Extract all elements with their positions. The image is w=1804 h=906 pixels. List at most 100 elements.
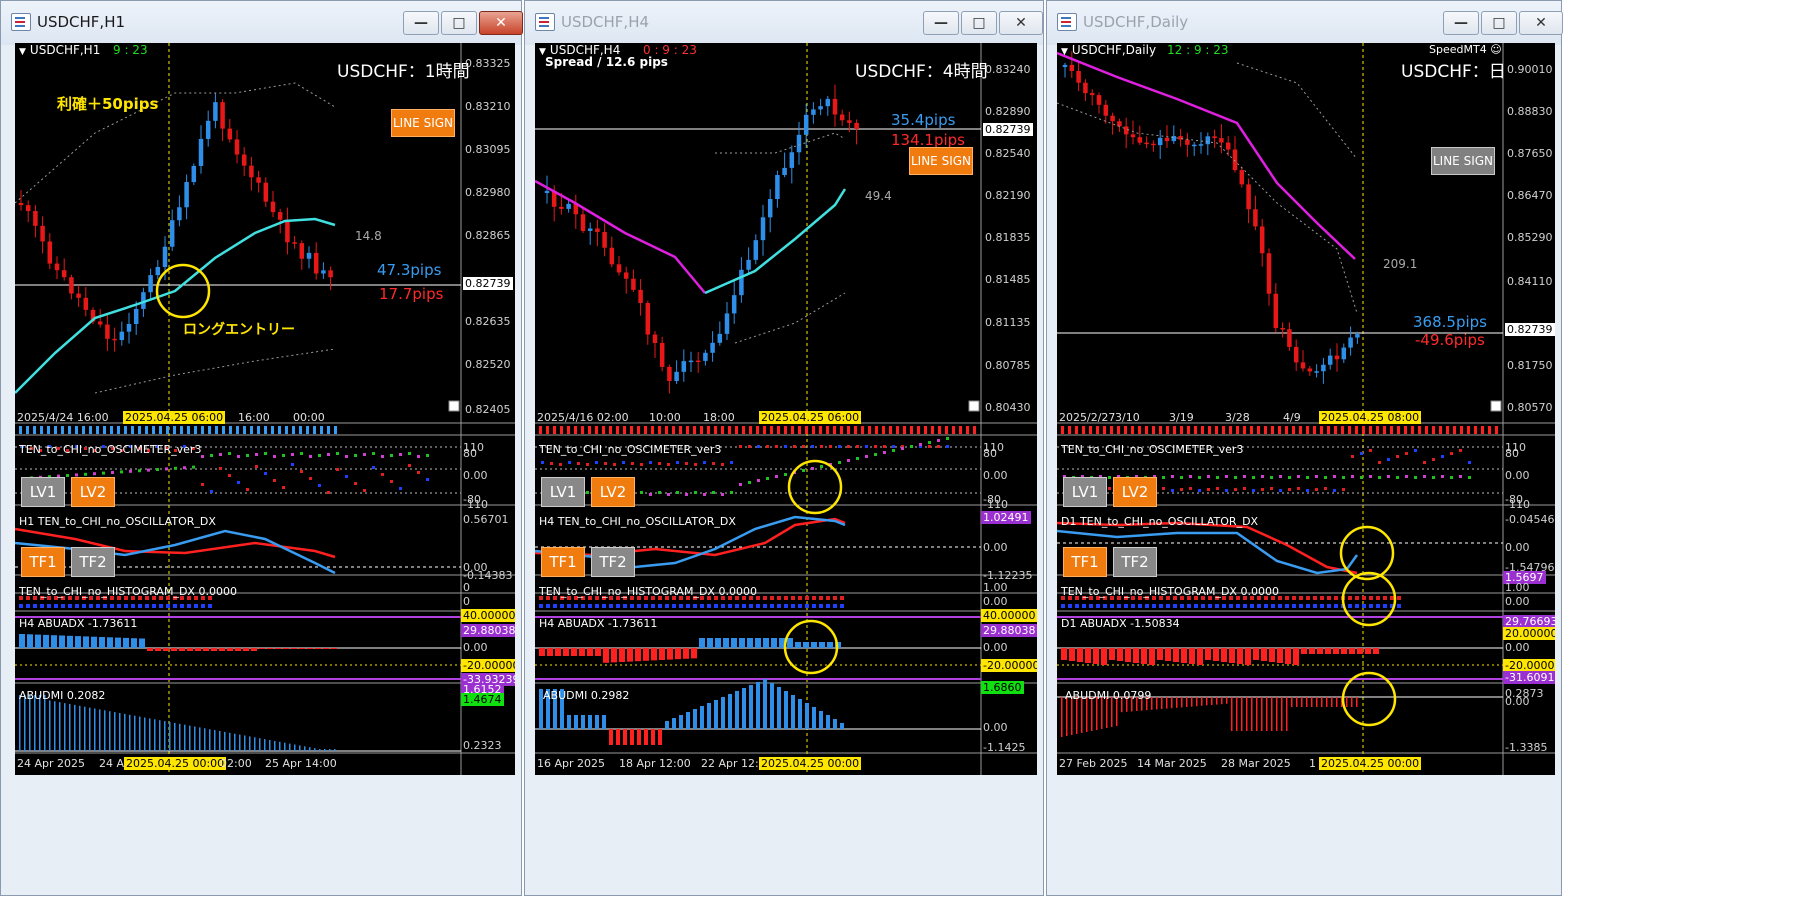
minimize-button[interactable]: — [1443, 11, 1479, 35]
histogram-dot [1397, 596, 1401, 600]
adx-bar [1125, 648, 1131, 662]
close-button[interactable]: ✕ [479, 11, 523, 35]
signal-bar [546, 426, 549, 434]
chart-area[interactable]: ▼ USDCHF,H1 9 : 23 USDCHF：1時間 LINE SIGN 4… [15, 43, 515, 775]
candle-body [710, 342, 715, 353]
signal-bar [1089, 426, 1092, 434]
lv1-button[interactable]: LV1 [1063, 477, 1107, 507]
maximize-button[interactable]: □ [1481, 11, 1517, 35]
candle-body [220, 102, 225, 129]
dmi-bar [602, 715, 606, 729]
lv1-button[interactable]: LV1 [541, 477, 585, 507]
dmi-bar [1271, 697, 1273, 731]
histogram-dot [1271, 604, 1275, 608]
signal-bar [1446, 426, 1449, 434]
minimize-button[interactable]: — [403, 11, 439, 35]
tf2-button[interactable]: TF2 [591, 547, 635, 577]
line-sign-button[interactable]: LINE SIGN [391, 109, 455, 137]
moving-average-line [704, 188, 847, 295]
price-label: 0.82980 [465, 186, 511, 199]
lv1-button[interactable]: LV1 [21, 477, 65, 507]
signal-bar [124, 426, 127, 434]
window-titlebar[interactable]: USDCHF,H1 — □ ✕ [1, 1, 523, 45]
price-label: 0.81135 [985, 316, 1031, 329]
abudmi-title: ABUDMI 0.2082 [19, 689, 106, 702]
chart-area[interactable]: ▼ USDCHF,H4 0 : 9 : 23 Spread / 12.6 pips… [535, 43, 1037, 775]
adx-bar [1309, 648, 1315, 654]
time-label: 4/9 [1283, 411, 1301, 424]
adx-bar [651, 648, 657, 661]
lv2-button[interactable]: LV2 [591, 477, 635, 507]
dmi-bar [54, 701, 56, 751]
current-price-box: 0.82739 [983, 123, 1033, 136]
oscimeter-dot [408, 452, 411, 455]
oscimeter-dot [1414, 476, 1417, 479]
candle-body [328, 270, 333, 278]
signal-bar [1208, 426, 1211, 434]
histogram-dot [1369, 604, 1373, 608]
adx-bar [771, 638, 777, 648]
dmi-bar [1356, 697, 1358, 707]
adx-bar [787, 638, 793, 648]
oscimeter-dot [811, 445, 814, 448]
lv2-button[interactable]: LV2 [1113, 477, 1157, 507]
tf1-button[interactable]: TF1 [21, 547, 65, 577]
candle-body [1123, 126, 1129, 135]
histogram-dot [1313, 596, 1317, 600]
close-button[interactable]: ✕ [1519, 11, 1563, 35]
lv2-button[interactable]: LV2 [71, 477, 115, 507]
adx-bar [123, 637, 129, 648]
signal-bar [138, 426, 141, 434]
oscimeter-dot [1441, 475, 1444, 478]
price-label: 0.82865 [465, 229, 511, 242]
price-label: 0.82540 [985, 147, 1031, 160]
minimize-button[interactable]: — [923, 11, 959, 35]
dmi-bar [1231, 697, 1233, 731]
oscimeter-dot [273, 455, 276, 458]
candle-body [1348, 337, 1353, 348]
tf2-button[interactable]: TF2 [71, 547, 115, 577]
dmi-bar [1066, 697, 1068, 736]
spread-label: Spread / 12.6 pips [545, 55, 668, 69]
close-button[interactable]: ✕ [999, 11, 1043, 35]
signal-bar [861, 426, 864, 434]
histogram-dot [581, 604, 585, 608]
line-sign-button[interactable]: LINE SIGN [909, 147, 973, 175]
dmi-level: -1.3385 [1505, 741, 1548, 754]
oscimeter-dot [928, 445, 931, 448]
oscimeter-dot [910, 445, 913, 448]
signal-bar [1495, 426, 1498, 434]
oscimeter-dot [730, 491, 733, 494]
oscimeter-dot [829, 445, 832, 448]
maximize-button[interactable]: □ [441, 11, 477, 35]
chart-window-daily[interactable]: USDCHF,Daily — □ ✕ ▼ USDCHF,Daily 12 : 9 … [1046, 0, 1563, 896]
histogram-dot [840, 596, 844, 600]
tf1-button[interactable]: TF1 [1063, 547, 1107, 577]
chart-window-h4[interactable]: USDCHF,H4 — □ ✕ ▼ USDCHF,H4 0 : 9 : 23 Sp… [524, 0, 1044, 896]
adx-bar [795, 642, 801, 648]
adx-bar [747, 638, 753, 648]
signal-bar [1222, 426, 1225, 434]
dx-level: -0.04546 [1505, 513, 1555, 526]
chart-area[interactable]: ▼ USDCHF,Daily 12 : 9 : 23 SpeedMT4 ☺ USD… [1057, 43, 1555, 775]
oscimeter-dot [667, 463, 670, 466]
adx-bar [675, 648, 681, 660]
window-titlebar[interactable]: USDCHF,H4 — □ ✕ [525, 1, 1043, 45]
tf2-button[interactable]: TF2 [1113, 547, 1157, 577]
price-label: 0.84110 [1507, 275, 1553, 288]
histogram-dot [1068, 604, 1072, 608]
price-label: 0.85290 [1507, 231, 1553, 244]
candle-body [126, 323, 132, 332]
oscimeter-dot [892, 449, 895, 452]
line-sign-button[interactable]: LINE SIGN [1431, 147, 1495, 175]
dmi-bar [89, 707, 91, 751]
pips-profit: 368.5pips [1413, 313, 1487, 331]
oscimeter-dot [1387, 458, 1390, 461]
maximize-button[interactable]: □ [961, 11, 997, 35]
signal-bar [292, 426, 295, 434]
histogram-dot [1327, 596, 1331, 600]
tf1-button[interactable]: TF1 [541, 547, 585, 577]
window-titlebar[interactable]: USDCHF,Daily — □ ✕ [1047, 1, 1563, 45]
adx-bar [539, 648, 545, 656]
chart-window-h1[interactable]: USDCHF,H1 — □ ✕ ▼ USDCHF,H1 9 : 23 USDCHF… [0, 0, 523, 896]
